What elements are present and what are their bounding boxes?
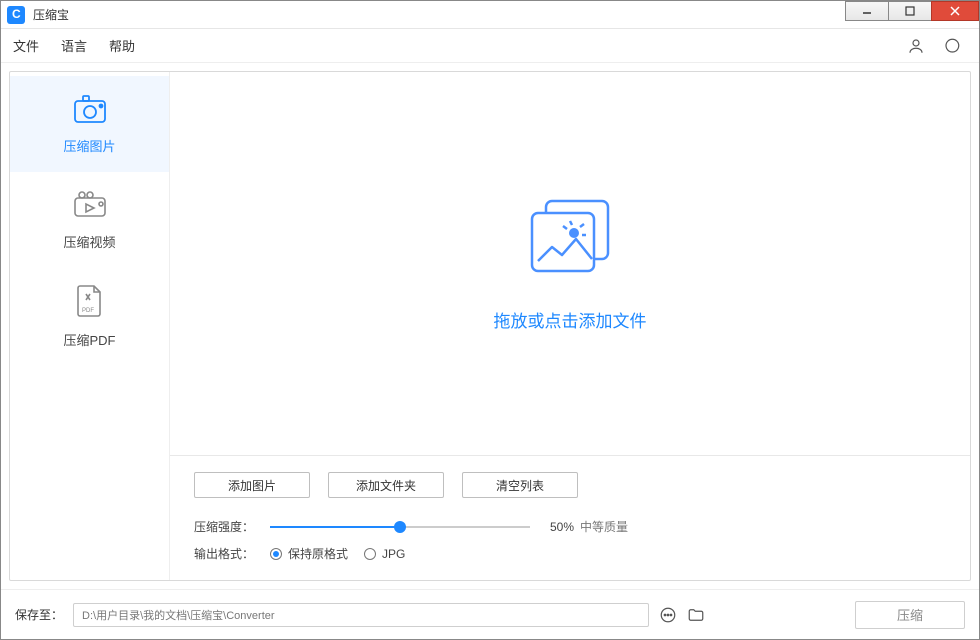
drop-area[interactable]: 拖放或点击添加文件 (170, 72, 970, 455)
compression-value: 50% (550, 520, 574, 534)
camera-icon (73, 94, 107, 124)
button-row: 添加图片 添加文件夹 清空列表 (194, 472, 946, 498)
sidebar-item-label: 压缩图片 (63, 136, 115, 155)
sidebar-item-label: 压缩视频 (63, 232, 115, 251)
sidebar-item-compress-pdf[interactable]: PDF 压缩PDF (10, 268, 169, 364)
maximize-button[interactable] (888, 1, 932, 21)
app-window: 压缩宝 文件 语言 帮助 (0, 0, 980, 640)
sidebar: 压缩图片 压缩视频 PDF (10, 72, 170, 580)
close-button[interactable] (931, 1, 979, 21)
drop-area-text: 拖放或点击添加文件 (494, 307, 647, 332)
menu-file[interactable]: 文件 (13, 36, 39, 55)
compression-quality: 中等质量 (580, 518, 628, 535)
user-icon[interactable] (907, 37, 925, 55)
output-format-label: 输出格式： (194, 545, 270, 562)
radio-label: JPG (382, 547, 405, 561)
menu-language[interactable]: 语言 (61, 36, 87, 55)
slider-fill (270, 526, 400, 528)
close-icon (950, 6, 960, 16)
more-options-icon[interactable] (659, 606, 677, 624)
compression-row: 压缩强度： 50% 中等质量 (194, 518, 946, 535)
clear-list-button[interactable]: 清空列表 (462, 472, 578, 498)
add-image-button[interactable]: 添加图片 (194, 472, 310, 498)
save-path-input[interactable] (73, 603, 649, 627)
radio-label: 保持原格式 (288, 545, 348, 562)
compression-label: 压缩强度： (194, 518, 270, 535)
menu-help[interactable]: 帮助 (109, 36, 135, 55)
radio-jpg[interactable]: JPG (364, 547, 405, 561)
minimize-icon (862, 6, 872, 16)
minimize-button[interactable] (845, 1, 889, 21)
window-controls (846, 1, 979, 21)
compress-button[interactable]: 压缩 (855, 601, 965, 629)
menu-bar: 文件 语言 帮助 (1, 29, 979, 63)
maximize-icon (905, 6, 915, 16)
menubar-right-icons (907, 37, 961, 55)
main-panel: 拖放或点击添加文件 添加图片 添加文件夹 清空列表 压缩强度： (170, 72, 970, 580)
radio-dot-icon (364, 548, 376, 560)
feedback-icon[interactable] (943, 37, 961, 55)
add-folder-button[interactable]: 添加文件夹 (328, 472, 444, 498)
body: 压缩图片 压缩视频 PDF (1, 63, 979, 589)
content-box: 压缩图片 压缩视频 PDF (9, 71, 971, 581)
sidebar-item-compress-video[interactable]: 压缩视频 (10, 172, 169, 268)
video-icon (73, 190, 107, 220)
compression-slider[interactable] (270, 521, 530, 533)
radio-keep-original[interactable]: 保持原格式 (270, 545, 348, 562)
radio-dot-icon (270, 548, 282, 560)
app-icon (7, 6, 25, 24)
app-title: 压缩宝 (33, 6, 69, 23)
title-bar: 压缩宝 (1, 1, 979, 29)
sidebar-item-label: 压缩PDF (63, 330, 115, 349)
output-format-row: 输出格式： 保持原格式 JPG (194, 545, 946, 562)
slider-thumb[interactable] (394, 521, 406, 533)
pdf-icon: PDF (75, 284, 105, 318)
sidebar-item-compress-image[interactable]: 压缩图片 (10, 76, 169, 172)
footer: 保存至： 压缩 (1, 589, 979, 639)
controls-panel: 添加图片 添加文件夹 清空列表 压缩强度： 50% 中等质量 (170, 455, 970, 580)
open-folder-icon[interactable] (687, 606, 705, 624)
images-stack-icon (522, 195, 618, 279)
save-to-label: 保存至： (15, 606, 63, 623)
svg-text:PDF: PDF (82, 308, 94, 314)
